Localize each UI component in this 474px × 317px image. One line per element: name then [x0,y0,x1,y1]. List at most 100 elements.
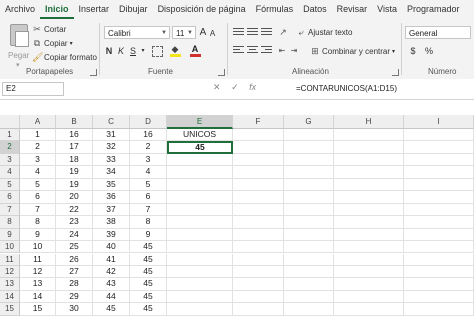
cell-d7[interactable]: 7 [130,203,167,217]
cell-e13[interactable] [167,278,233,291]
cell-f15[interactable] [233,303,284,316]
cell-a3[interactable]: 3 [20,153,56,167]
row-header-1[interactable]: 1 [0,129,20,142]
underline-button[interactable]: S [128,44,138,58]
cell-b11[interactable]: 26 [56,253,93,266]
cancel-icon[interactable]: ✕ [213,82,221,92]
cell-h3[interactable] [334,153,404,167]
cell-c7[interactable]: 37 [93,203,130,217]
cell-d3[interactable]: 3 [130,153,167,167]
cell-f10[interactable] [233,241,284,254]
cell-a13[interactable]: 13 [20,278,56,291]
cell-c14[interactable]: 44 [93,290,130,304]
row-header-13[interactable]: 13 [0,278,20,291]
cell-b14[interactable]: 29 [56,290,93,304]
cell-b12[interactable]: 27 [56,265,93,279]
cell-b6[interactable]: 20 [56,191,93,204]
row-header-6[interactable]: 6 [0,191,20,204]
cell-g7[interactable] [284,203,334,217]
cell-g4[interactable] [284,166,334,179]
cell-e12[interactable] [167,265,233,279]
cell-g3[interactable] [284,153,334,167]
font-name-select[interactable]: Calibri ▼ [104,26,170,39]
cell-c13[interactable]: 43 [93,278,130,291]
column-header-h[interactable]: H [334,115,404,129]
cell-c5[interactable]: 35 [93,178,130,192]
row-header-7[interactable]: 7 [0,203,20,217]
cell-g1[interactable] [284,129,334,142]
cell-f11[interactable] [233,253,284,266]
cell-b9[interactable]: 24 [56,228,93,242]
cell-d9[interactable]: 9 [130,228,167,242]
wrap-text-button[interactable]: ⤶ Ajustar texto [296,26,352,38]
cell-d6[interactable]: 6 [130,191,167,204]
cell-g15[interactable] [284,303,334,316]
cell-f9[interactable] [233,228,284,242]
font-launcher-icon[interactable] [218,69,225,76]
clipboard-launcher-icon[interactable] [90,69,97,76]
cell-h8[interactable] [334,216,404,229]
cell-i12[interactable] [404,265,474,279]
cell-a8[interactable]: 8 [20,216,56,229]
increase-indent-icon[interactable]: ⇥ [288,44,300,58]
menu-vista[interactable]: Vista [372,0,402,19]
column-header-d[interactable]: D [130,115,167,129]
cell-i10[interactable] [404,241,474,254]
cell-f6[interactable] [233,191,284,204]
cell-h9[interactable] [334,228,404,242]
menu-datos[interactable]: Datos [298,0,332,19]
cell-f4[interactable] [233,166,284,179]
cell-i3[interactable] [404,153,474,167]
align-right-icon[interactable] [261,46,272,55]
cell-c12[interactable]: 42 [93,265,130,279]
column-header-f[interactable]: F [233,115,284,129]
cell-e11[interactable] [167,253,233,266]
cell-g6[interactable] [284,191,334,204]
row-header-10[interactable]: 10 [0,241,20,254]
cell-h13[interactable] [334,278,404,291]
cell-d4[interactable]: 4 [130,166,167,179]
cell-a9[interactable]: 9 [20,228,56,242]
cell-d13[interactable]: 45 [130,278,167,291]
cell-b3[interactable]: 18 [56,153,93,167]
paste-button[interactable]: Pegar ▾ [4,22,34,69]
cell-b5[interactable]: 19 [56,178,93,192]
menu-insertar[interactable]: Insertar [74,0,115,19]
menu-inicio[interactable]: Inicio [40,0,74,19]
format-painter-button[interactable]: 🖌 Copiar formato [32,51,97,63]
borders-icon[interactable] [150,44,164,58]
cell-e3[interactable] [167,153,233,167]
cell-e4[interactable] [167,166,233,179]
alignment-launcher-icon[interactable] [392,69,399,76]
menu-formulas[interactable]: Fórmulas [251,0,299,19]
row-header-8[interactable]: 8 [0,216,20,229]
cell-g13[interactable] [284,278,334,291]
row-header-3[interactable]: 3 [0,153,20,167]
cell-f8[interactable] [233,216,284,229]
cell-i4[interactable] [404,166,474,179]
column-header-b[interactable]: B [56,115,93,129]
grow-font-button[interactable]: A [198,26,208,40]
align-left-icon[interactable] [233,46,244,55]
cell-c3[interactable]: 33 [93,153,130,167]
cell-i11[interactable] [404,253,474,266]
cell-c2[interactable]: 32 [93,141,130,154]
cell-d11[interactable]: 45 [130,253,167,266]
cell-e5[interactable] [167,178,233,192]
column-header-e[interactable]: E [167,115,233,129]
cell-h6[interactable] [334,191,404,204]
cell-i9[interactable] [404,228,474,242]
cell-b8[interactable]: 23 [56,216,93,229]
cell-g5[interactable] [284,178,334,192]
cell-f14[interactable] [233,290,284,304]
cell-g8[interactable] [284,216,334,229]
decrease-indent-icon[interactable]: ⇤ [276,44,288,58]
cell-h15[interactable] [334,303,404,316]
cell-i5[interactable] [404,178,474,192]
cell-g12[interactable] [284,265,334,279]
cell-h7[interactable] [334,203,404,217]
row-header-9[interactable]: 9 [0,228,20,242]
cell-e9[interactable] [167,228,233,242]
align-center-icon[interactable] [247,46,258,55]
column-header-g[interactable]: G [284,115,334,129]
